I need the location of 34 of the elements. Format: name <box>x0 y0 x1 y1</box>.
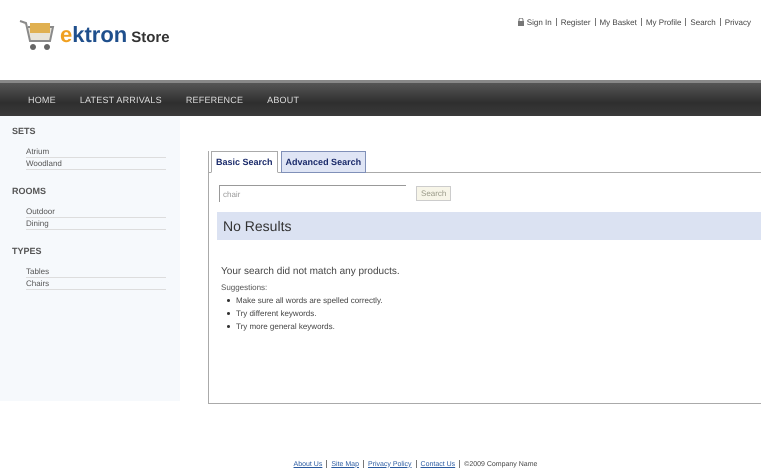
suggestions-label: Suggestions: <box>221 283 268 292</box>
bullet-icon <box>227 325 230 328</box>
suggestion-text: Make sure all words are spelled correctly. <box>236 296 383 305</box>
suggestion-text: Try different keywords. <box>236 309 316 318</box>
sidebar-heading: TYPES <box>12 246 43 256</box>
header-link[interactable]: Sign In <box>526 18 552 26</box>
nav-link[interactable]: ABOUT <box>267 94 300 104</box>
sidebar-heading: ROOMS <box>12 186 48 196</box>
lock-icon <box>518 18 524 26</box>
nav-link[interactable]: LATEST ARRIVALS <box>80 94 162 104</box>
no-match-message: Your search did not match any products. <box>221 266 401 277</box>
sidebar-link[interactable]: Tables <box>26 266 166 278</box>
shopping-cart-icon <box>18 17 56 53</box>
sidebar-link[interactable]: Atrium <box>26 146 166 158</box>
sidebar-link[interactable]: Outdoor <box>26 206 166 218</box>
logo-text: ektron <box>60 22 128 48</box>
search-tab[interactable]: Advanced Search <box>280 151 366 173</box>
header-link[interactable]: My Profile <box>646 18 682 26</box>
store-name: Store <box>131 28 170 46</box>
nav-link[interactable]: HOME <box>28 94 56 104</box>
results-title: No Results <box>223 218 292 234</box>
header-link[interactable]: Search <box>690 18 716 26</box>
search-tab[interactable]: Basic Search <box>211 151 278 173</box>
header-link[interactable]: Register <box>560 18 590 26</box>
bullet-icon <box>227 312 230 315</box>
header-link[interactable]: My Basket <box>600 18 637 26</box>
suggestion-text: Try more general keywords. <box>236 322 335 331</box>
sidebar-link[interactable]: Dining <box>26 218 166 230</box>
sidebar-link[interactable]: Chairs <box>26 278 166 290</box>
sidebar-link[interactable]: Woodland <box>26 158 166 170</box>
nav-link[interactable]: REFERENCE <box>186 94 244 104</box>
bullet-icon <box>227 299 230 302</box>
sidebar-heading: SETS <box>12 126 37 136</box>
header-link[interactable]: Privacy <box>724 18 751 26</box>
